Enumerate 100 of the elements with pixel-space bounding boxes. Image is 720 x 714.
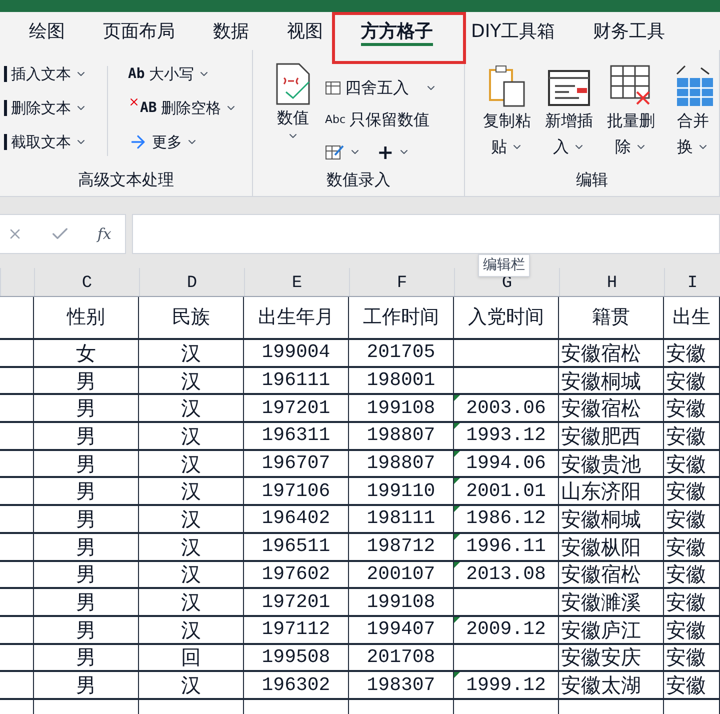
table-cell: 1996.11 [454, 534, 559, 560]
table-cell: 安徽肥西 [559, 423, 664, 449]
bar-icon [4, 100, 7, 116]
bar-icon [4, 134, 7, 150]
table-cell: 安徽 [664, 368, 720, 394]
table-cell: 198001 [349, 368, 454, 394]
ribbon-tab[interactable]: 财务工具 [574, 12, 684, 50]
table-cell: 198807 [349, 423, 454, 449]
ribbon-tab[interactable]: 绘图 [10, 12, 84, 50]
column-header[interactable]: H [559, 268, 664, 296]
table-cell: 安徽桐城 [559, 506, 664, 532]
table-cell: 男 [34, 562, 139, 588]
ribbon-large-button[interactable]: 批量删 除 [605, 62, 657, 160]
table-cell: 198712 [349, 534, 454, 560]
table-cell: 汉 [139, 562, 244, 588]
ribbon-menu-button[interactable]: 更多 [128, 130, 237, 154]
insert-function-button[interactable]: fx [97, 222, 112, 246]
table-cell: 200107 [349, 562, 454, 588]
table-cell: 1986.12 [454, 506, 559, 532]
column-header[interactable]: I [664, 268, 720, 296]
error-indicator-icon [454, 450, 460, 457]
table-cell: 197112 [244, 616, 349, 643]
table-cell: 安徽 [664, 340, 720, 366]
table-cell: 199407 [349, 616, 454, 643]
table-cell: 199508 [244, 644, 349, 670]
table-cell: 回 [139, 644, 244, 670]
insert-row-icon [547, 68, 591, 108]
table-cell: 201705 [349, 340, 454, 366]
table-cell: 安徽 [664, 672, 720, 698]
ribbon-large-button[interactable]: 新增插 入 [543, 62, 595, 160]
ribbon-menu-button[interactable]: Ab 大小写 [128, 62, 237, 86]
table-cell: 汉 [139, 340, 244, 366]
column-header[interactable]: D [139, 268, 244, 296]
ribbon-large-button[interactable]: 复制粘 贴 [481, 62, 533, 160]
table-cell: 安徽 [664, 562, 720, 588]
table-pen-icon [325, 143, 346, 161]
tooltip: 编辑栏 [478, 254, 530, 277]
table-cell: 安徽 [664, 478, 720, 504]
ribbon-tab[interactable]: 方方格子 [342, 12, 452, 50]
table-cell: 安徽安庆 [559, 644, 664, 670]
table-cell: 198307 [349, 672, 454, 698]
table-cell: 197201 [244, 589, 349, 615]
column-header[interactable]: C [34, 268, 139, 296]
table-cell: 安徽宿松 [559, 395, 664, 422]
table-cell: 汉 [139, 534, 244, 560]
table-cell: 汉 [139, 450, 244, 476]
bar-icon [4, 66, 7, 82]
column-header[interactable]: E [244, 268, 349, 296]
table-cell: 安徽濉溪 [559, 589, 664, 615]
ribbon-menu-button[interactable]: 四舍五入 [325, 76, 438, 100]
error-indicator-icon [454, 562, 460, 568]
table-cell: 男 [34, 534, 139, 560]
table-header-cell: 出生 [664, 297, 720, 338]
table-cell: 男 [34, 589, 139, 615]
column-header[interactable]: F [349, 268, 454, 296]
table-cell: 196402 [244, 506, 349, 532]
add-dropdown[interactable]: + [377, 137, 410, 167]
table-cell: 男 [34, 672, 139, 698]
table-cell: 安徽枞阳 [559, 534, 664, 560]
table-cell: 男 [34, 450, 139, 476]
table-cell: 男 [34, 423, 139, 449]
group-title: 高级文本处理 [77, 169, 176, 191]
table-cell: 198807 [349, 450, 454, 476]
formula-input[interactable] [132, 214, 720, 254]
table-cell: 196511 [244, 534, 349, 560]
ribbon-menu-button[interactable]: 截取文本 [4, 130, 87, 154]
table-header-cell: 性别 [34, 297, 139, 338]
ribbon-menu-button[interactable]: AB 删除空格 [128, 96, 237, 120]
ribbon-tab[interactable]: 页面布局 [84, 12, 194, 50]
ribbon-menu-button[interactable]: Abc 只保留数值 [325, 108, 438, 132]
table-cell: 安徽宿松 [559, 340, 664, 366]
table-cell: 安徽 [664, 616, 720, 643]
table-cell: 1993.12 [454, 423, 559, 449]
table-cell: 安徽 [664, 534, 720, 560]
fill-dropdown[interactable] [325, 143, 362, 161]
table-cell: 男 [34, 506, 139, 532]
table-cell: 197201 [244, 395, 349, 422]
ribbon-large-button[interactable]: 合并 换 [667, 62, 719, 160]
table-cell: 196111 [244, 368, 349, 394]
clipboard-icon [487, 64, 527, 108]
table-cell: 安徽 [664, 395, 720, 422]
ribbon-tab[interactable]: 数据 [194, 12, 268, 50]
table-icon [325, 80, 342, 96]
table-cell: 199108 [349, 589, 454, 615]
table-header-cell: 入党时间 [454, 297, 559, 338]
table-cell: 汉 [139, 672, 244, 698]
table-cell: 1994.06 [454, 450, 559, 476]
error-indicator-icon [454, 395, 460, 402]
ribbon-tab[interactable]: 视图 [268, 12, 342, 50]
table-header-cell: 籍贯 [559, 297, 664, 338]
ribbon-tab[interactable]: DIY工具箱 [452, 12, 574, 50]
table-cell: 安徽桐城 [559, 368, 664, 394]
value-button[interactable]: 数值 [273, 62, 314, 164]
table-cell: 汉 [139, 506, 244, 532]
ribbon-menu-button[interactable]: 插入文本 [4, 62, 87, 86]
table-cell: 196311 [244, 423, 349, 449]
document-check-icon [274, 62, 312, 106]
ribbon-menu-button[interactable]: 删除文本 [4, 96, 87, 120]
table-cell: 女 [34, 340, 139, 366]
table-cell: 199004 [244, 340, 349, 366]
